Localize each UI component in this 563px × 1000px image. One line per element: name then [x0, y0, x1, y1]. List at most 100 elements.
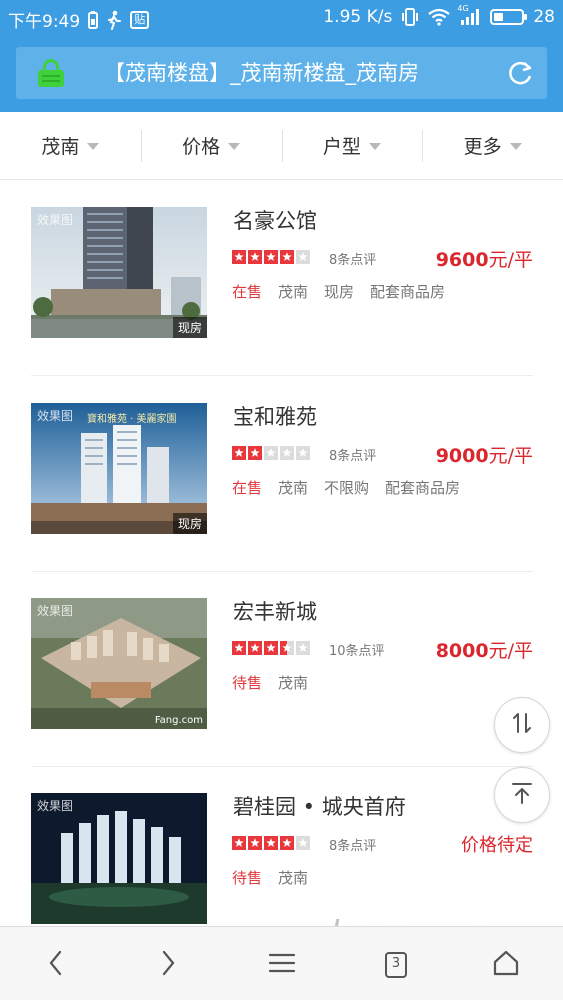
caret-down-icon: [368, 143, 381, 150]
battery-saver-icon: [88, 10, 99, 29]
menu-button[interactable]: [262, 945, 302, 985]
filter-label: 更多: [463, 136, 502, 158]
listing-name[interactable]: 宏丰新城: [233, 596, 317, 626]
review-count[interactable]: 8条点评: [329, 249, 376, 268]
filter-label: 价格: [182, 136, 221, 158]
thumbnail-slogan: 寶和雅苑 · 美麗家園: [87, 414, 177, 425]
filter-price[interactable]: 价格: [140, 112, 282, 179]
star-full-icon: [232, 249, 246, 264]
listing-name[interactable]: 碧桂园 • 城央首府: [233, 791, 406, 821]
listing-tags: 在售 茂南 现房 配套商品房: [232, 281, 445, 302]
listing-price: 价格待定: [461, 831, 533, 857]
review-count[interactable]: 8条点评: [329, 445, 376, 464]
network-speed: 1.95 K/s: [323, 7, 393, 27]
listing-item[interactable]: 效果图 Fang.com 宏丰新城 10条点评 8000元/平 待售 茂南: [31, 572, 533, 767]
star-full-icon: [248, 445, 262, 460]
address-bar[interactable]: 【茂南楼盘】_茂南新楼盘_茂南房: [16, 47, 547, 99]
review-count[interactable]: 8条点评: [329, 835, 376, 854]
vibrate-icon: [401, 8, 419, 26]
signal-icon: 4G: [457, 4, 481, 26]
star-empty-icon: [296, 835, 310, 850]
star-full-icon: [232, 445, 246, 460]
battery-icon: [490, 9, 528, 25]
lock-icon[interactable]: [38, 59, 64, 87]
caret-down-icon: [228, 143, 241, 150]
filter-label: 户型: [322, 136, 361, 158]
filter-layout[interactable]: 户型: [281, 112, 423, 179]
network-type: 4G: [457, 4, 469, 13]
back-to-top-button[interactable]: [494, 767, 550, 823]
thumbnail-watermark: 效果图: [37, 604, 74, 618]
tag: 现房: [324, 283, 355, 301]
sort-icon: [509, 710, 535, 740]
listing-thumbnail[interactable]: 效果图 Fang.com: [31, 598, 207, 729]
listing-name[interactable]: 宝和雅苑: [233, 401, 317, 431]
star-half-icon: [280, 640, 294, 655]
star-full-icon: [264, 640, 278, 655]
tag: 不限购: [324, 479, 370, 497]
price-value: 8000: [435, 640, 489, 662]
home-button[interactable]: [486, 945, 526, 985]
listing-price: 9600元/平: [436, 245, 533, 272]
star-empty-icon: [296, 249, 310, 264]
listing-price: 9000元/平: [436, 441, 533, 468]
walk-icon: [106, 10, 122, 30]
star-full-icon: [248, 640, 262, 655]
star-full-icon: [264, 835, 278, 850]
listing-item[interactable]: 效果图 现房 名豪公馆 8条点评 9600元/平 在售 茂南 现房 配套商品房: [31, 181, 533, 376]
sale-status: 待售: [232, 674, 263, 692]
filter-more[interactable]: 更多: [422, 112, 563, 179]
refresh-icon[interactable]: [507, 59, 535, 87]
listing-name[interactable]: 名豪公馆: [233, 205, 317, 235]
star-full-icon: [232, 640, 246, 655]
forward-button[interactable]: [148, 945, 188, 985]
listing-thumbnail[interactable]: 效果图 现房: [31, 207, 207, 338]
caret-down-icon: [509, 143, 522, 150]
price-unit: 元/平: [488, 249, 533, 271]
rating-stars: [232, 249, 310, 264]
status-bar: 下午9:49 贴 1.95 K/s 4G 28: [0, 0, 563, 36]
tabs-button[interactable]: 3: [376, 945, 416, 985]
tag: 茂南: [278, 869, 309, 887]
notification-badge: 贴: [130, 10, 150, 29]
listing-item[interactable]: 效果图 寶和雅苑 · 美麗家園 现房 宝和雅苑 8条点评 9000元/平 在售 …: [31, 377, 533, 572]
browser-bottom-bar: 3: [0, 926, 563, 1000]
listing-thumbnail[interactable]: 效果图 寶和雅苑 · 美麗家園 现房: [31, 403, 207, 534]
forward-icon: [158, 949, 178, 981]
back-icon: [46, 949, 66, 981]
wifi-icon: [428, 8, 451, 26]
battery-level: 28: [533, 7, 555, 27]
listing-thumbnail[interactable]: 效果图: [31, 793, 207, 924]
status-time: 下午9:49: [8, 12, 81, 32]
rating-stars: [232, 835, 310, 850]
sale-status: 在售: [232, 283, 263, 301]
tag: 配套商品房: [385, 479, 461, 497]
back-to-top-icon: [509, 780, 535, 810]
thumbnail-tag: 现房: [172, 513, 207, 534]
listing-tags: 在售 茂南 不限购 配套商品房: [232, 477, 460, 498]
rating-stars: [232, 445, 310, 460]
price-text: 价格待定: [461, 835, 533, 856]
listing-tags: 待售 茂南: [232, 672, 308, 693]
tag: 茂南: [278, 283, 309, 301]
listing-tags: 待售 茂南: [232, 867, 308, 888]
review-count[interactable]: 10条点评: [329, 640, 385, 659]
star-empty-icon: [280, 445, 294, 460]
menu-icon: [267, 951, 297, 979]
star-full-icon: [248, 249, 262, 264]
star-full-icon: [248, 835, 262, 850]
filter-district[interactable]: 茂南: [0, 112, 141, 179]
thumbnail-watermark: 效果图: [37, 409, 74, 423]
star-empty-icon: [296, 445, 310, 460]
tag: 茂南: [278, 479, 309, 497]
tag: 茂南: [278, 674, 309, 692]
star-empty-icon: [296, 640, 310, 655]
page-title[interactable]: 【茂南楼盘】_茂南新楼盘_茂南房: [104, 59, 494, 87]
sort-button[interactable]: [494, 697, 550, 753]
thumbnail-watermark: 效果图: [37, 799, 74, 813]
back-button[interactable]: [36, 945, 76, 985]
price-unit: 元/平: [488, 640, 533, 662]
star-full-icon: [232, 835, 246, 850]
browser-toolbar: 【茂南楼盘】_茂南新楼盘_茂南房: [0, 36, 563, 112]
star-full-icon: [280, 835, 294, 850]
